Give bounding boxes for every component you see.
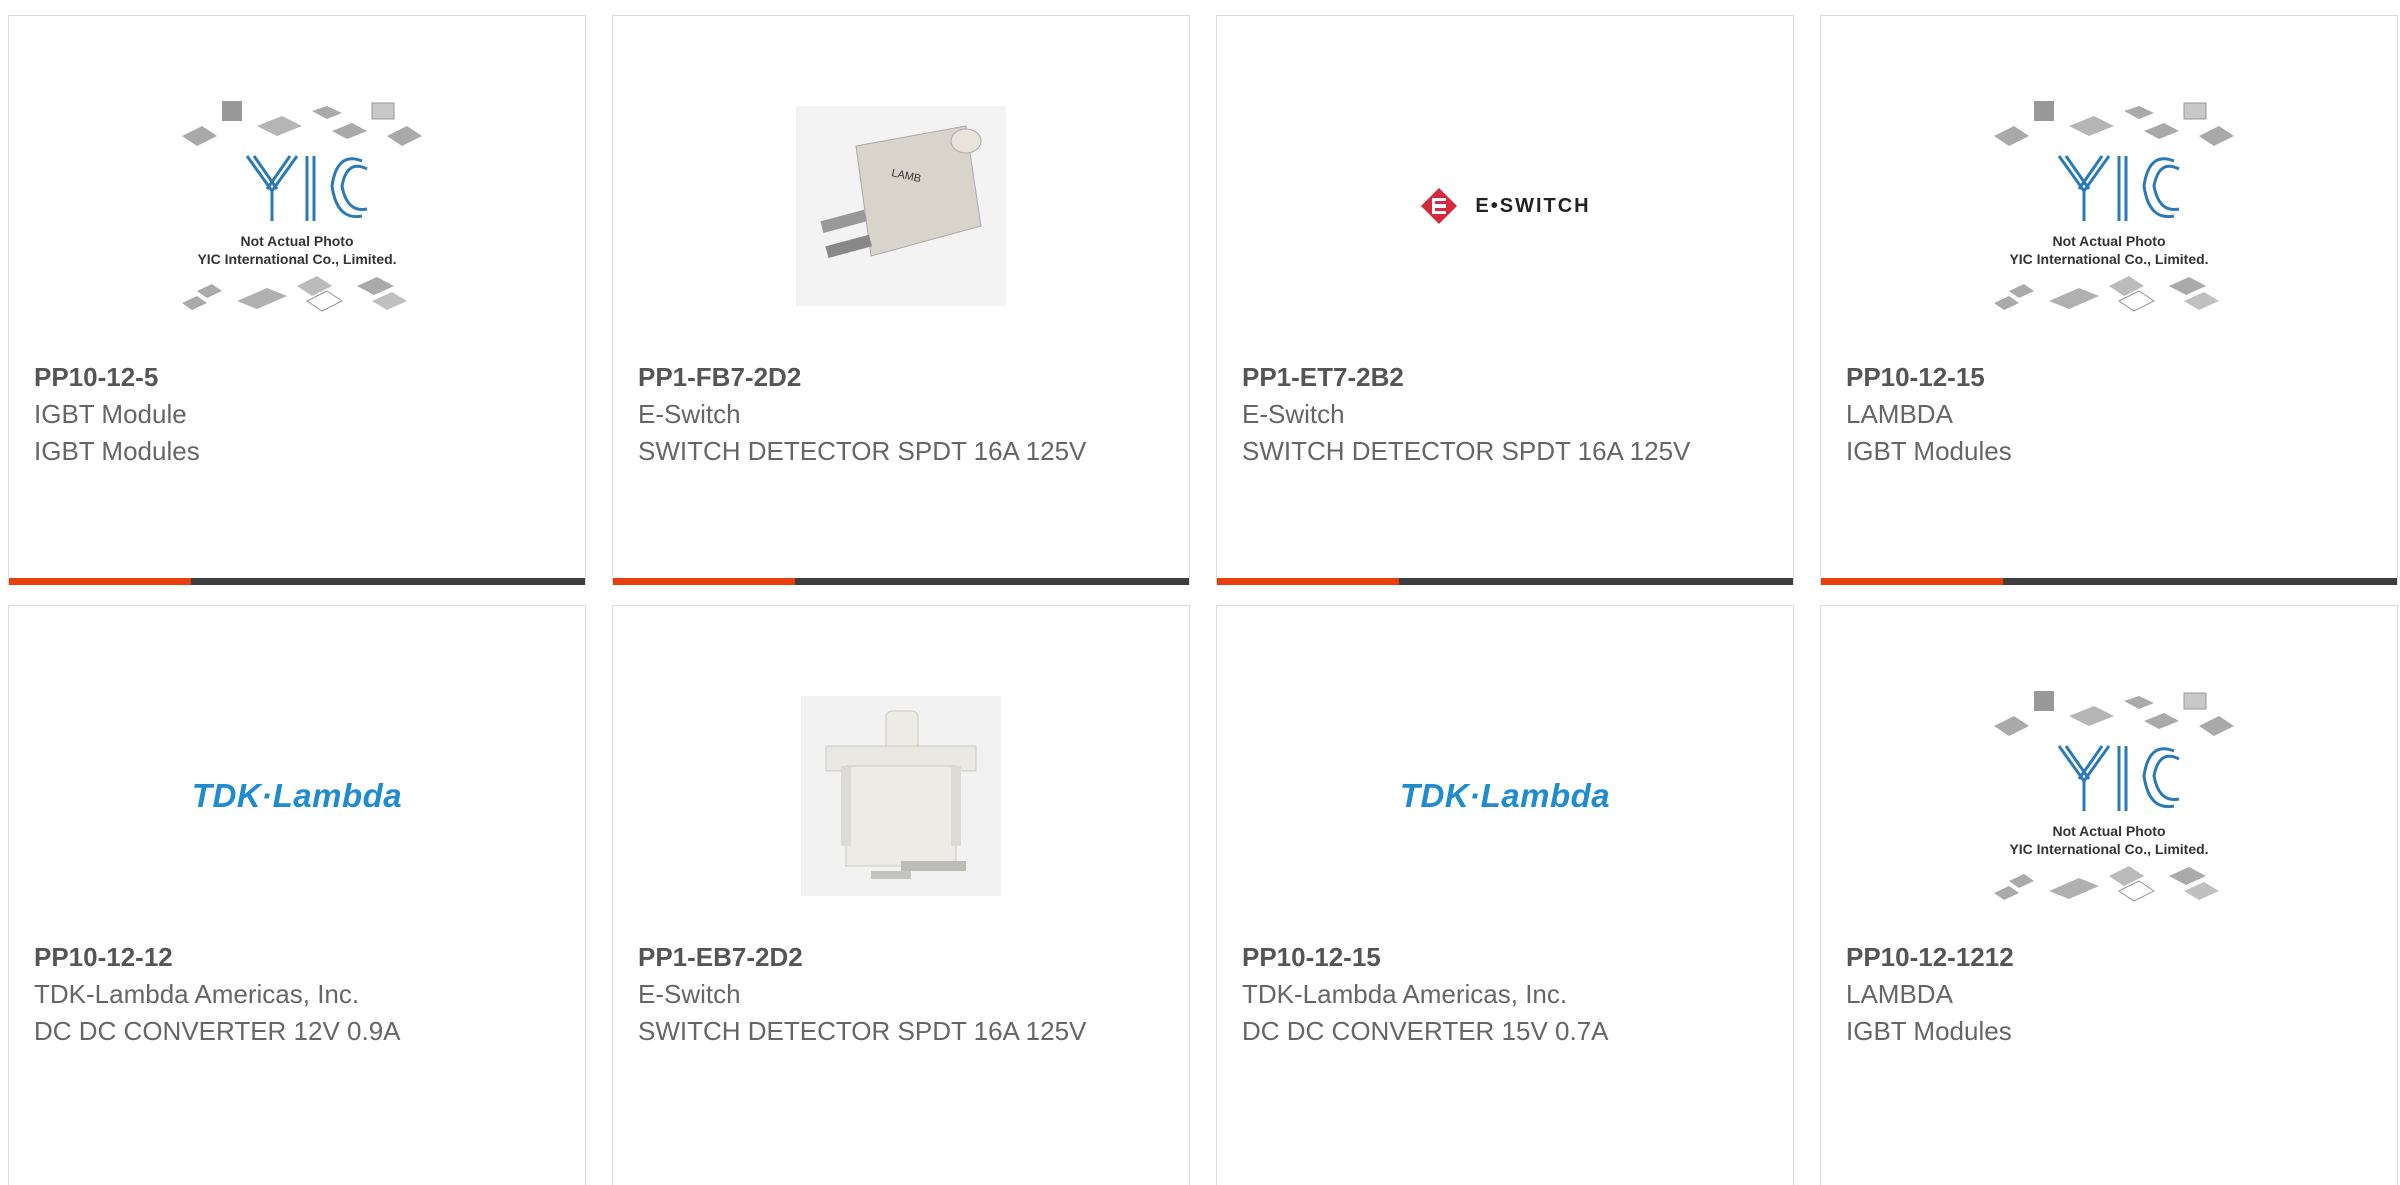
manufacturer: LAMBDA xyxy=(1846,979,1953,1009)
manufacturer: TDK-Lambda Americas, Inc. xyxy=(1242,979,1568,1009)
product-card[interactable]: LAMB PP1-FB7-2D2 E-Switch SWITCH DETECTO… xyxy=(612,15,1190,585)
product-card[interactable]: Not Actual Photo YIC International Co., … xyxy=(8,15,586,585)
placeholder-caption-2: YIC International Co., Limited. xyxy=(2009,841,2208,857)
product-card[interactable]: E•SWITCH PP1-ET7-2B2 E-Switch SWITCH DET… xyxy=(1216,15,1794,585)
description: SWITCH DETECTOR SPDT 16A 125V xyxy=(1242,436,1691,466)
placeholder-image: Not Actual Photo YIC International Co., … xyxy=(1994,691,2234,902)
product-image[interactable]: TDK·Lambda xyxy=(9,646,585,946)
product-image[interactable]: LAMB xyxy=(613,56,1189,356)
placeholder-caption-1: Not Actual Photo xyxy=(2052,233,2165,249)
manufacturer: E-Switch xyxy=(638,399,741,429)
placeholder-caption-1: Not Actual Photo xyxy=(240,233,353,249)
switch-photo: LAMB xyxy=(796,106,1006,306)
placeholder-caption-2: YIC International Co., Limited. xyxy=(197,251,396,267)
product-image[interactable]: Not Actual Photo YIC International Co., … xyxy=(1821,646,2397,946)
product-card[interactable]: Not Actual Photo YIC International Co., … xyxy=(1820,15,2398,585)
part-number[interactable]: PP10-12-15 xyxy=(1242,939,1773,976)
tdk-lambda-logo: TDK·Lambda xyxy=(1399,777,1611,814)
product-image[interactable]: Not Actual Photo YIC International Co., … xyxy=(9,56,585,356)
card-bottom-bar xyxy=(9,578,585,585)
description: SWITCH DETECTOR SPDT 16A 125V xyxy=(638,436,1087,466)
eswitch-logo: E•SWITCH xyxy=(1419,186,1590,226)
product-card[interactable]: Not Actual Photo YIC International Co., … xyxy=(1820,605,2398,1185)
placeholder-image: Not Actual Photo YIC International Co., … xyxy=(182,101,422,312)
part-number[interactable]: PP10-12-15 xyxy=(1846,359,2377,396)
product-image[interactable] xyxy=(613,646,1189,946)
manufacturer: TDK-Lambda Americas, Inc. xyxy=(34,979,360,1009)
product-card[interactable]: TDK·Lambda PP10-12-15 TDK-Lambda America… xyxy=(1216,605,1794,1185)
part-number[interactable]: PP1-ET7-2B2 xyxy=(1242,359,1773,396)
description: IGBT Modules xyxy=(1846,1016,2012,1046)
product-image[interactable]: TDK·Lambda xyxy=(1217,646,1793,946)
tdk-lambda-logo: TDK·Lambda xyxy=(191,777,403,814)
product-card[interactable]: PP1-EB7-2D2 E-Switch SWITCH DETECTOR SPD… xyxy=(612,605,1190,1185)
placeholder-caption-1: Not Actual Photo xyxy=(2052,823,2165,839)
description: SWITCH DETECTOR SPDT 16A 125V xyxy=(638,1016,1087,1046)
product-card[interactable]: TDK·Lambda PP10-12-12 TDK-Lambda America… xyxy=(8,605,586,1185)
manufacturer: IGBT Module xyxy=(34,399,187,429)
eswitch-icon xyxy=(1421,188,1458,224)
part-number[interactable]: PP1-FB7-2D2 xyxy=(638,359,1169,396)
manufacturer: E-Switch xyxy=(1242,399,1345,429)
placeholder-image: Not Actual Photo YIC International Co., … xyxy=(1994,101,2234,312)
description: IGBT Modules xyxy=(34,436,200,466)
product-image[interactable]: E•SWITCH xyxy=(1217,56,1793,356)
description: IGBT Modules xyxy=(1846,436,2012,466)
part-number[interactable]: PP10-12-12 xyxy=(34,939,565,976)
eswitch-logo-text: E•SWITCH xyxy=(1475,194,1591,217)
part-number[interactable]: PP10-12-1212 xyxy=(1846,939,2377,976)
switch-photo-white xyxy=(801,696,1001,896)
part-number[interactable]: PP1-EB7-2D2 xyxy=(638,939,1169,976)
manufacturer: E-Switch xyxy=(638,979,741,1009)
placeholder-caption-2: YIC International Co., Limited. xyxy=(2009,251,2208,267)
product-image[interactable]: Not Actual Photo YIC International Co., … xyxy=(1821,56,2397,356)
card-bottom-bar xyxy=(1217,578,1793,585)
part-number[interactable]: PP10-12-5 xyxy=(34,359,565,396)
card-bottom-bar xyxy=(1821,578,2397,585)
description: DC DC CONVERTER 12V 0.9A xyxy=(34,1016,401,1046)
card-bottom-bar xyxy=(613,578,1189,585)
description: DC DC CONVERTER 15V 0.7A xyxy=(1242,1016,1609,1046)
manufacturer: LAMBDA xyxy=(1846,399,1953,429)
